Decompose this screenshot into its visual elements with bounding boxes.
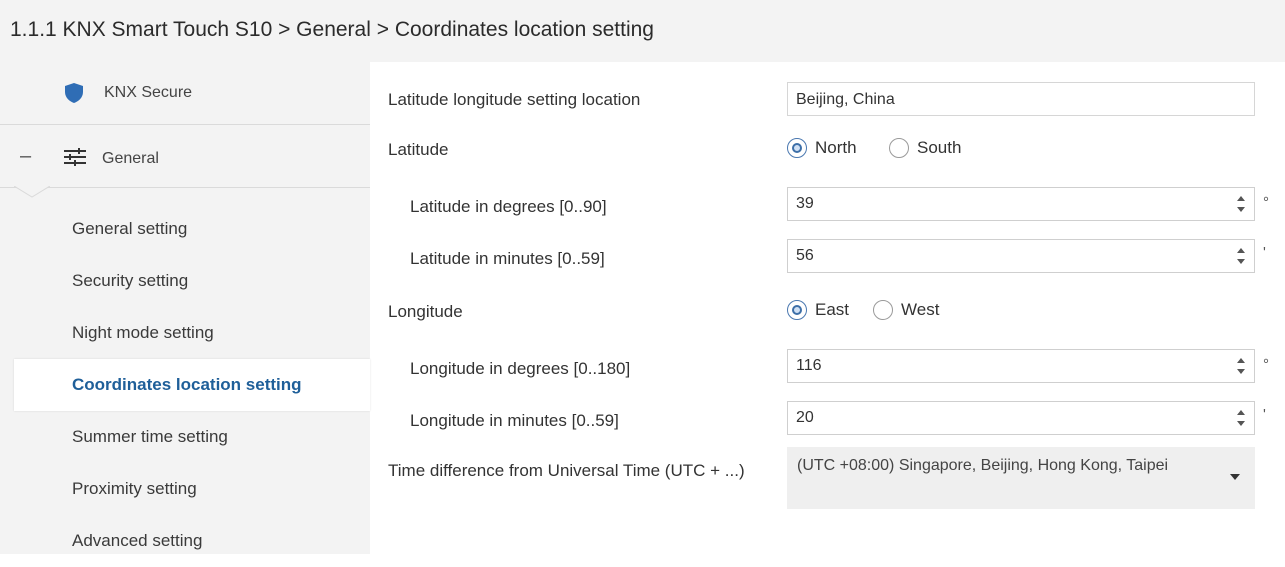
longitude-minutes-stepper[interactable]: 20 <box>787 401 1255 435</box>
sidebar-item-general-setting[interactable]: General setting <box>0 203 370 255</box>
spin-arrows-icon[interactable] <box>1236 407 1246 429</box>
radio-label: West <box>901 300 940 319</box>
sidebar-item-general[interactable]: – General <box>0 125 370 188</box>
sidebar-item-label: KNX Secure <box>104 84 193 101</box>
radio-checked-icon <box>787 300 807 320</box>
radio-label: East <box>815 300 850 319</box>
sidebar-item-label: Proximity setting <box>72 479 197 498</box>
location-label: Latitude longitude setting location <box>388 90 641 109</box>
spin-arrows-icon[interactable] <box>1236 355 1246 377</box>
sidebar-item-label: General setting <box>72 219 188 238</box>
latitude-minutes-label: Latitude in minutes [0..59] <box>410 249 605 268</box>
collapse-icon[interactable]: – <box>20 145 31 168</box>
sidebar-item-label: Coordinates location setting <box>72 375 302 394</box>
unit-label: ° <box>1263 356 1269 373</box>
latitude-label: Latitude <box>388 140 449 159</box>
latitude-minutes-stepper[interactable]: 56 <box>787 239 1255 273</box>
utc-label: Time difference from Universal Time (UTC… <box>388 461 745 480</box>
latitude-degrees-label: Latitude in degrees [0..90] <box>410 197 607 216</box>
sidebar-item-advanced-setting[interactable]: Advanced setting <box>0 515 370 567</box>
radio-checked-icon <box>787 138 807 158</box>
radio-label: South <box>917 138 962 157</box>
stepper-value: 20 <box>796 409 814 426</box>
longitude-degrees-stepper[interactable]: 116 <box>787 349 1255 383</box>
select-value: (UTC +08:00) Singapore, Beijing, Hong Ko… <box>797 457 1169 474</box>
latitude-degrees-stepper[interactable]: 39 <box>787 187 1255 221</box>
longitude-degrees-label: Longitude in degrees [0..180] <box>410 359 631 378</box>
sidebar-item-coordinates-location-setting[interactable]: Coordinates location setting <box>14 359 370 411</box>
radio-unchecked-icon <box>873 300 893 320</box>
radio-unchecked-icon <box>889 138 909 158</box>
stepper-value: 39 <box>796 195 814 212</box>
unit-label: ° <box>1263 194 1269 211</box>
longitude-minutes-label: Longitude in minutes [0..59] <box>410 411 619 430</box>
sidebar-item-label: Security setting <box>72 271 189 290</box>
stepper-value: 56 <box>796 247 814 264</box>
stepper-value: 116 <box>796 357 822 374</box>
utc-select[interactable]: (UTC +08:00) Singapore, Beijing, Hong Ko… <box>787 447 1255 509</box>
sidebar-item-label: Summer time setting <box>72 427 228 446</box>
unit-label: ' <box>1263 406 1266 423</box>
sidebar-item-proximity-setting[interactable]: Proximity setting <box>0 463 370 515</box>
sidebar: KNX Secure – General General setting Sec… <box>0 62 370 554</box>
chevron-down-icon <box>1230 474 1240 480</box>
unit-label: ' <box>1263 244 1266 261</box>
sidebar-item-label: Night mode setting <box>72 323 214 342</box>
location-input[interactable]: Beijing, China <box>787 82 1255 116</box>
spin-arrows-icon[interactable] <box>1236 245 1246 267</box>
title-bar: 1.1.1 KNX Smart Touch S10 > General > Co… <box>0 0 1285 62</box>
tree-notch-icon <box>14 186 50 198</box>
radio-label: North <box>815 138 857 157</box>
sidebar-item-summer-time-setting[interactable]: Summer time setting <box>0 411 370 463</box>
sidebar-item-label: General <box>102 150 159 167</box>
breadcrumb: 1.1.1 KNX Smart Touch S10 > General > Co… <box>10 18 654 41</box>
sidebar-item-label: Advanced setting <box>72 531 203 550</box>
longitude-label: Longitude <box>388 302 463 321</box>
shield-icon <box>65 83 83 103</box>
sidebar-item-night-mode-setting[interactable]: Night mode setting <box>0 307 370 359</box>
sliders-icon <box>64 148 86 166</box>
settings-panel: Latitude longitude setting location Beij… <box>370 62 1285 554</box>
spin-arrows-icon[interactable] <box>1236 193 1246 215</box>
sidebar-item-security-setting[interactable]: Security setting <box>0 255 370 307</box>
sidebar-item-knx-secure[interactable]: KNX Secure <box>0 62 370 125</box>
